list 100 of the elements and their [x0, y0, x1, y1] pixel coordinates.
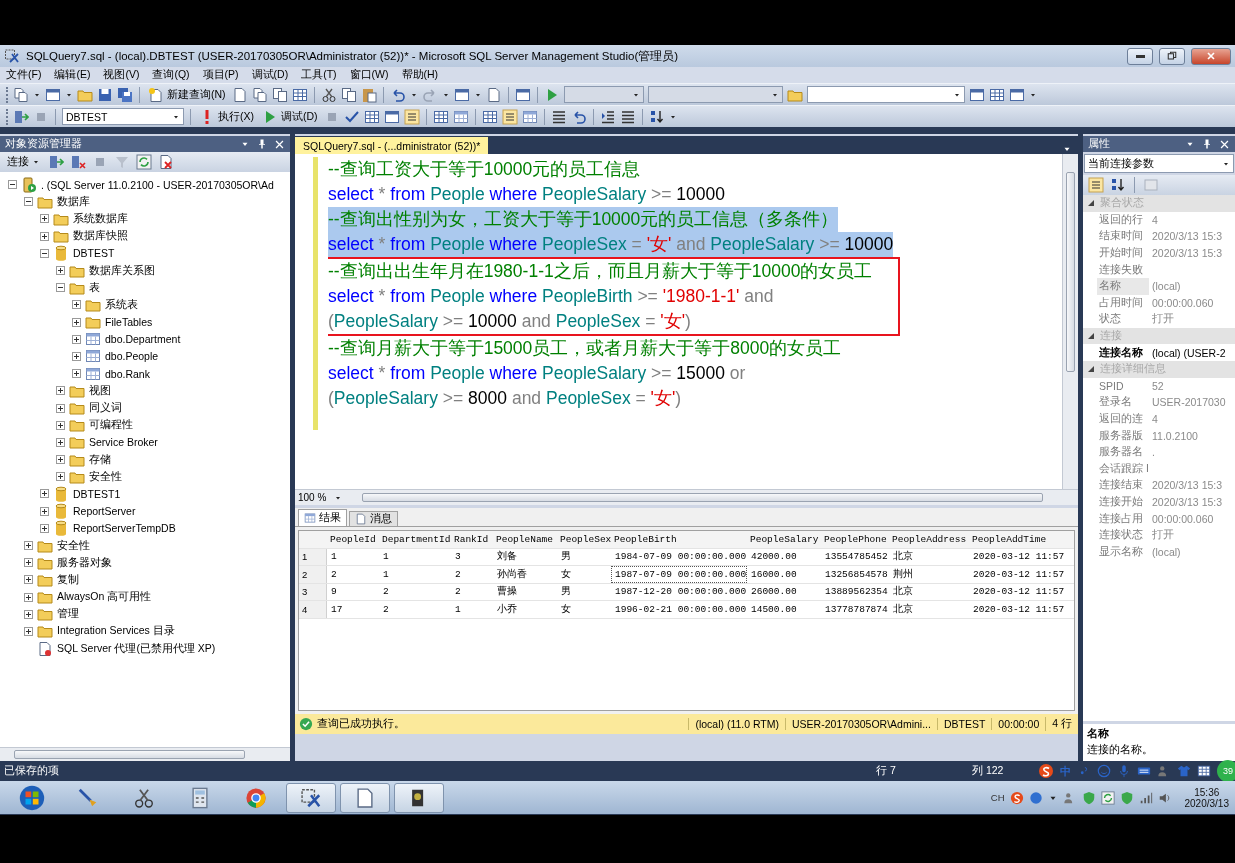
- clock-date[interactable]: 2020/3/13: [1184, 797, 1229, 809]
- execute-button[interactable]: 执行(X): [197, 108, 256, 125]
- expand-toggle[interactable]: [72, 317, 81, 327]
- column-header[interactable]: PeopleAddTime: [969, 531, 1074, 548]
- taskbar-app[interactable]: [394, 782, 444, 813]
- window-icon[interactable]: [453, 86, 470, 103]
- pin-icon[interactable]: [256, 138, 268, 150]
- property-name[interactable]: 连接失败: [1097, 261, 1149, 278]
- property-name[interactable]: 会话跟踪 I: [1097, 460, 1149, 478]
- property-name[interactable]: 连接开始: [1097, 493, 1149, 511]
- debug-button[interactable]: 调试(D): [260, 108, 320, 125]
- tree-item[interactable]: 数据库快照: [73, 229, 128, 244]
- expand-toggle[interactable]: [40, 214, 49, 224]
- expand-toggle[interactable]: [24, 626, 33, 636]
- server-arrow-icon[interactable]: [13, 108, 29, 125]
- expand-toggle[interactable]: [56, 386, 65, 396]
- property-name[interactable]: 开始时间: [1097, 244, 1149, 262]
- expand-toggle[interactable]: [40, 523, 49, 533]
- combo-box[interactable]: [806, 86, 965, 103]
- tree-item[interactable]: SQL Server 代理(已禁用代理 XP): [57, 641, 216, 656]
- clipboard-icon[interactable]: [360, 86, 377, 103]
- expand-toggle[interactable]: [24, 592, 33, 602]
- property-name[interactable]: 占用时间: [1097, 294, 1149, 312]
- property-name[interactable]: 服务器版: [1097, 427, 1149, 444]
- copy-icon[interactable]: [340, 86, 357, 103]
- tree-item[interactable]: 可编程性: [89, 418, 133, 433]
- property-name[interactable]: 连接名称: [1097, 344, 1149, 361]
- window-icon[interactable]: [514, 86, 531, 103]
- floppy-icon[interactable]: [97, 86, 113, 103]
- grid-icon[interactable]: [988, 86, 1005, 103]
- table-icon[interactable]: [452, 108, 469, 125]
- expand-toggle[interactable]: [72, 334, 81, 344]
- column-header[interactable]: PeopleBirth: [611, 531, 747, 548]
- tree-item[interactable]: 安全性: [57, 538, 90, 553]
- expand-toggle[interactable]: [56, 403, 65, 413]
- expand-toggle[interactable]: [56, 472, 65, 482]
- column-header[interactable]: DepartmentId: [379, 531, 451, 548]
- document-tab[interactable]: SQLQuery7.sql - (...dministrator (52))*: [295, 137, 489, 154]
- new-query-button[interactable]: 新建查询(N): [146, 86, 228, 103]
- property-name[interactable]: 返回的行: [1097, 211, 1149, 229]
- window-icon[interactable]: [45, 86, 61, 103]
- expand-toggle[interactable]: [24, 575, 33, 585]
- restore-button[interactable]: [1159, 47, 1185, 65]
- expand-toggle[interactable]: [56, 420, 65, 430]
- property-name[interactable]: 连接状态: [1097, 526, 1149, 544]
- object-select[interactable]: 当前连接参数: [1084, 154, 1234, 173]
- round-logo-icon[interactable]: [1038, 763, 1054, 779]
- collapse-toggle[interactable]: [56, 283, 65, 293]
- expand-toggle[interactable]: [56, 266, 65, 276]
- tree-item[interactable]: Service Broker: [89, 436, 158, 449]
- vertical-scrollbar[interactable]: [1062, 154, 1078, 489]
- menu-item[interactable]: 工具(T): [301, 68, 337, 82]
- property-name[interactable]: 显示名称: [1097, 543, 1149, 561]
- pin-icon[interactable]: [1201, 138, 1213, 150]
- table-icon[interactable]: [85, 348, 101, 365]
- menu-item[interactable]: 视图(V): [103, 68, 140, 82]
- property-name[interactable]: 连接结束: [1097, 477, 1149, 494]
- tree-item[interactable]: AlwaysOn 高可用性: [57, 590, 152, 605]
- grid-icon[interactable]: [363, 108, 380, 125]
- page-cross-icon[interactable]: [158, 154, 174, 170]
- page-icon[interactable]: [231, 86, 248, 103]
- lines-icon[interactable]: [550, 108, 567, 125]
- grid-icon[interactable]: [432, 108, 449, 125]
- tree-item[interactable]: 安全性: [89, 469, 122, 484]
- pages-icon[interactable]: [13, 86, 29, 103]
- expand-toggle[interactable]: [72, 351, 81, 361]
- table-icon[interactable]: [521, 108, 538, 125]
- grid-icon[interactable]: [291, 86, 308, 103]
- expand-toggle[interactable]: [40, 231, 49, 241]
- tree-item[interactable]: Integration Services 目录: [57, 624, 175, 639]
- tree-item[interactable]: ReportServer: [73, 505, 136, 518]
- column-header[interactable]: PeopleSex: [557, 531, 611, 548]
- expand-toggle[interactable]: [40, 506, 49, 516]
- collapse-toggle[interactable]: [1087, 199, 1095, 208]
- expand-toggle[interactable]: [56, 437, 65, 447]
- property-name[interactable]: 连接占用: [1097, 510, 1149, 527]
- property-name[interactable]: SPID: [1097, 377, 1149, 395]
- column-header[interactable]: PeopleId: [327, 531, 379, 548]
- menu-item[interactable]: 调试(D): [251, 68, 289, 82]
- results-tab[interactable]: 结果: [298, 509, 347, 526]
- grid-icon[interactable]: [481, 108, 498, 125]
- collapse-toggle[interactable]: [1087, 365, 1095, 374]
- sort-icon[interactable]: [648, 108, 665, 125]
- tree-item[interactable]: 系统数据库: [73, 211, 128, 226]
- window-icon[interactable]: [1008, 86, 1025, 103]
- connect-button[interactable]: 连接: [5, 155, 42, 169]
- results-tab[interactable]: 消息: [349, 511, 398, 526]
- menu-item[interactable]: 查询(Q): [152, 68, 190, 82]
- collapse-toggle[interactable]: [1087, 332, 1095, 341]
- property-name[interactable]: 返回的连: [1097, 410, 1149, 428]
- property-name[interactable]: 状态: [1097, 311, 1149, 328]
- column-header[interactable]: PeopleSalary: [747, 531, 821, 548]
- tree-item[interactable]: 数据库关系图: [89, 263, 155, 278]
- expand-toggle[interactable]: [24, 558, 33, 568]
- property-name[interactable]: 服务器名: [1097, 443, 1149, 461]
- column-header[interactable]: PeoplePhone: [821, 531, 889, 548]
- tree-item[interactable]: 数据库: [57, 194, 90, 209]
- grid-icon[interactable]: [1197, 764, 1211, 778]
- window-icon[interactable]: [383, 108, 400, 125]
- sort-icon[interactable]: [1110, 177, 1126, 193]
